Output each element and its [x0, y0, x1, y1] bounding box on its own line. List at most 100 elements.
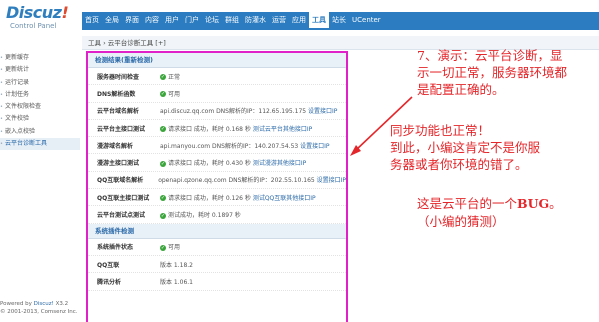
top-navigation: 首页 全局 界面 内容 用户 门户 论坛 群组 防灌水 运营 应用 工具 站长 UCenter	[82, 12, 599, 28]
row-value: api.discuz.qq.com DNS解析的IP：112.65.195.17…	[160, 106, 337, 115]
header: Discuz! Control Panel 首页 全局 界面 内容 用户 门户 论坛 群组 防灌…	[0, 0, 599, 34]
row-label: 系统插件状态	[97, 244, 134, 252]
powered-by: Powered by Discuz! X3.2 © 2001-2013, Com…	[0, 301, 78, 315]
sidebar-item-1[interactable]: 更新统计	[0, 64, 80, 77]
nav-item-10[interactable]: 应用	[289, 12, 309, 28]
check-icon: ✓	[160, 160, 166, 167]
row-link[interactable]: 设置接口IP	[300, 143, 329, 150]
row-text: 请求接口 成功，耗时 0.168 秒	[168, 125, 253, 133]
check-icon: ✓	[160, 212, 166, 219]
nav-item-5[interactable]: 门户	[182, 12, 202, 28]
check-icon: ✓	[160, 126, 166, 133]
row-label: QQ互联域名解析	[97, 177, 144, 185]
row-link[interactable]: 设置接口IP	[308, 108, 337, 115]
check-icon: ✓	[160, 195, 166, 202]
sidebar-item-3[interactable]: 计划任务	[0, 89, 80, 102]
annotation-sync-note: 同步功能也正常！ 到此，小编这肯定不是你服 务器或者你环境的错了。	[390, 123, 541, 172]
row-text: 版本 1.18.2	[160, 261, 193, 269]
sidebar-item-7[interactable]: 云平台诊断工具	[0, 138, 80, 151]
row-label: 云平台域名解析	[97, 108, 140, 116]
logo-text: Discuz!	[6, 3, 69, 22]
row-label: 腾讯分析	[97, 278, 122, 286]
results-rows: 服务器时间检查 ✓ 正常 DNS解析函数 ✓ 可用 云平台域名解析 api.discuz.qq…	[88, 68, 346, 224]
check-icon: ✓	[160, 244, 166, 251]
row-text: 版本 1.06.1	[160, 278, 193, 286]
row-value: openapi.qzone.qq.com DNS解析的IP：202.55.10.…	[158, 175, 346, 184]
table-row: QQ互联主接口测试 ✓ 请求接口 成功，耗时 0.126 秒 测试QQ互联其他接口I…	[88, 189, 346, 207]
nav-item-9[interactable]: 运营	[269, 12, 289, 28]
table-row: 系统插件状态 ✓ 可用	[88, 239, 346, 256]
nav-item-7[interactable]: 群组	[222, 12, 242, 28]
nav-item-1[interactable]: 全局	[102, 12, 122, 28]
discuz-logo[interactable]: Discuz! Control Panel	[6, 3, 78, 30]
sidebar-item-6[interactable]: 嵌入点校验	[0, 126, 80, 139]
row-link[interactable]: 测试云平台其他接口IP	[253, 126, 312, 133]
table-row: 云平台测试点测试 ✓ 测试成功，耗时 0.1897 秒	[88, 206, 346, 224]
row-text: 可用	[168, 90, 181, 98]
table-row: QQ互联 版本 1.18.2	[88, 256, 346, 274]
annotation-diagnostic-note: 7、演示：云平台诊断，显 示一切正常，服务器环境都 是配置正确的。	[417, 48, 568, 97]
nav-item-2[interactable]: 界面	[122, 12, 142, 28]
nav-item-12[interactable]: 站长	[329, 12, 349, 28]
table-row: DNS解析函数 ✓ 可用	[88, 85, 346, 103]
table-row: QQ互联域名解析 openapi.qzone.qq.com DNS解析的IP：20…	[88, 172, 346, 190]
table-row: 云平台域名解析 api.discuz.qq.com DNS解析的IP：112.65…	[88, 103, 346, 120]
nav-item-11[interactable]: 工具	[309, 12, 329, 28]
row-label: DNS解析函数	[97, 90, 136, 98]
row-value: api.manyou.com DNS解析的IP：140.207.54.53 设置…	[160, 141, 330, 150]
check-icon: ✓	[160, 74, 166, 81]
nav-item-3[interactable]: 内容	[142, 12, 162, 28]
row-value: 版本 1.18.2	[160, 260, 193, 269]
table-row: 腾讯分析 版本 1.06.1	[88, 273, 346, 291]
nav-item-8[interactable]: 防灌水	[242, 12, 269, 28]
row-text: 测试成功，耗时 0.1897 秒	[168, 212, 241, 220]
row-value: ✓ 可用	[160, 242, 180, 251]
table-row: 服务器时间检查 ✓ 正常	[88, 68, 346, 86]
row-link[interactable]: 测试漫游其他接口IP	[253, 160, 306, 167]
annotation-bug-note: 这是云平台的一个BUG。 （小编的猜测）	[417, 196, 562, 229]
row-value: ✓ 正常	[160, 72, 180, 81]
section-title-plugins: 系统插件检测	[88, 223, 346, 239]
check-icon: ✓	[160, 91, 166, 98]
row-label: QQ互联	[97, 261, 120, 269]
row-text: 请求接口 成功，耗时 0.126 秒	[168, 194, 253, 202]
sidebar: 更新缓存更新统计运行记录计划任务文件权限检查文件校验嵌入点校验云平台诊断工具	[0, 52, 80, 151]
sidebar-item-4[interactable]: 文件权限检查	[0, 101, 80, 114]
sidebar-item-2[interactable]: 运行记录	[0, 77, 80, 90]
plugin-rows: 系统插件状态 ✓ 可用 QQ互联 版本 1.18.2 腾讯分析 版本 1.06.1	[88, 239, 346, 291]
table-row: 云平台主接口测试 ✓ 请求接口 成功，耗时 0.168 秒 测试云平台其他接口IP	[88, 120, 346, 138]
row-label: 服务器时间检查	[97, 73, 140, 81]
row-text: 正常	[168, 73, 181, 81]
nav-item-6[interactable]: 论坛	[202, 12, 222, 28]
powered-brand-link[interactable]: Discuz!	[34, 301, 54, 307]
sidebar-item-5[interactable]: 文件校验	[0, 113, 80, 126]
nav-divider	[82, 28, 599, 30]
section-title-results[interactable]: 检测结果(重新检测)	[88, 53, 346, 68]
row-text: api.manyou.com DNS解析的IP：140.207.54.53	[160, 142, 301, 150]
row-link[interactable]: 设置接口IP	[317, 177, 346, 184]
row-text: openapi.qzone.qq.com DNS解析的IP：202.55.10.…	[158, 177, 317, 185]
row-value: ✓ 请求接口 成功，耗时 0.168 秒 测试云平台其他接口IP	[160, 124, 312, 133]
logo-subtitle: Control Panel	[10, 22, 57, 30]
nav-item-13[interactable]: UCenter	[349, 12, 384, 28]
row-label: QQ互联主接口测试	[97, 194, 150, 202]
row-value: ✓ 请求接口 成功，耗时 0.126 秒 测试QQ互联其他接口IP	[160, 193, 316, 202]
row-text: 请求接口 成功，耗时 0.430 秒	[168, 160, 253, 168]
diagnostic-panel: 检测结果(重新检测) 服务器时间检查 ✓ 正常 DNS解析函数 ✓ 可用 云平台域名解析 ap…	[86, 51, 348, 322]
sidebar-item-0[interactable]: 更新缓存	[0, 52, 80, 65]
row-value: ✓ 可用	[160, 89, 180, 98]
nav-item-4[interactable]: 用户	[162, 12, 182, 28]
row-label: 云平台主接口测试	[97, 125, 146, 133]
nav-item-0[interactable]: 首页	[82, 12, 102, 28]
row-label: 云平台测试点测试	[97, 212, 146, 220]
row-text: 可用	[168, 244, 181, 252]
row-text: api.discuz.qq.com DNS解析的IP：112.65.195.17…	[160, 108, 308, 116]
row-link[interactable]: 测试QQ互联其他接口IP	[253, 195, 316, 202]
row-label: 漫游主接口测试	[97, 160, 140, 168]
row-value: ✓ 测试成功，耗时 0.1897 秒	[160, 210, 241, 219]
row-value: 版本 1.06.1	[160, 277, 193, 286]
row-label: 漫游域名解析	[97, 142, 134, 150]
table-row: 漫游主接口测试 ✓ 请求接口 成功，耗时 0.430 秒 测试漫游其他接口IP	[88, 154, 346, 172]
table-row: 漫游域名解析 api.manyou.com DNS解析的IP：140.207.54…	[88, 137, 346, 155]
row-value: ✓ 请求接口 成功，耗时 0.430 秒 测试漫游其他接口IP	[160, 158, 306, 167]
